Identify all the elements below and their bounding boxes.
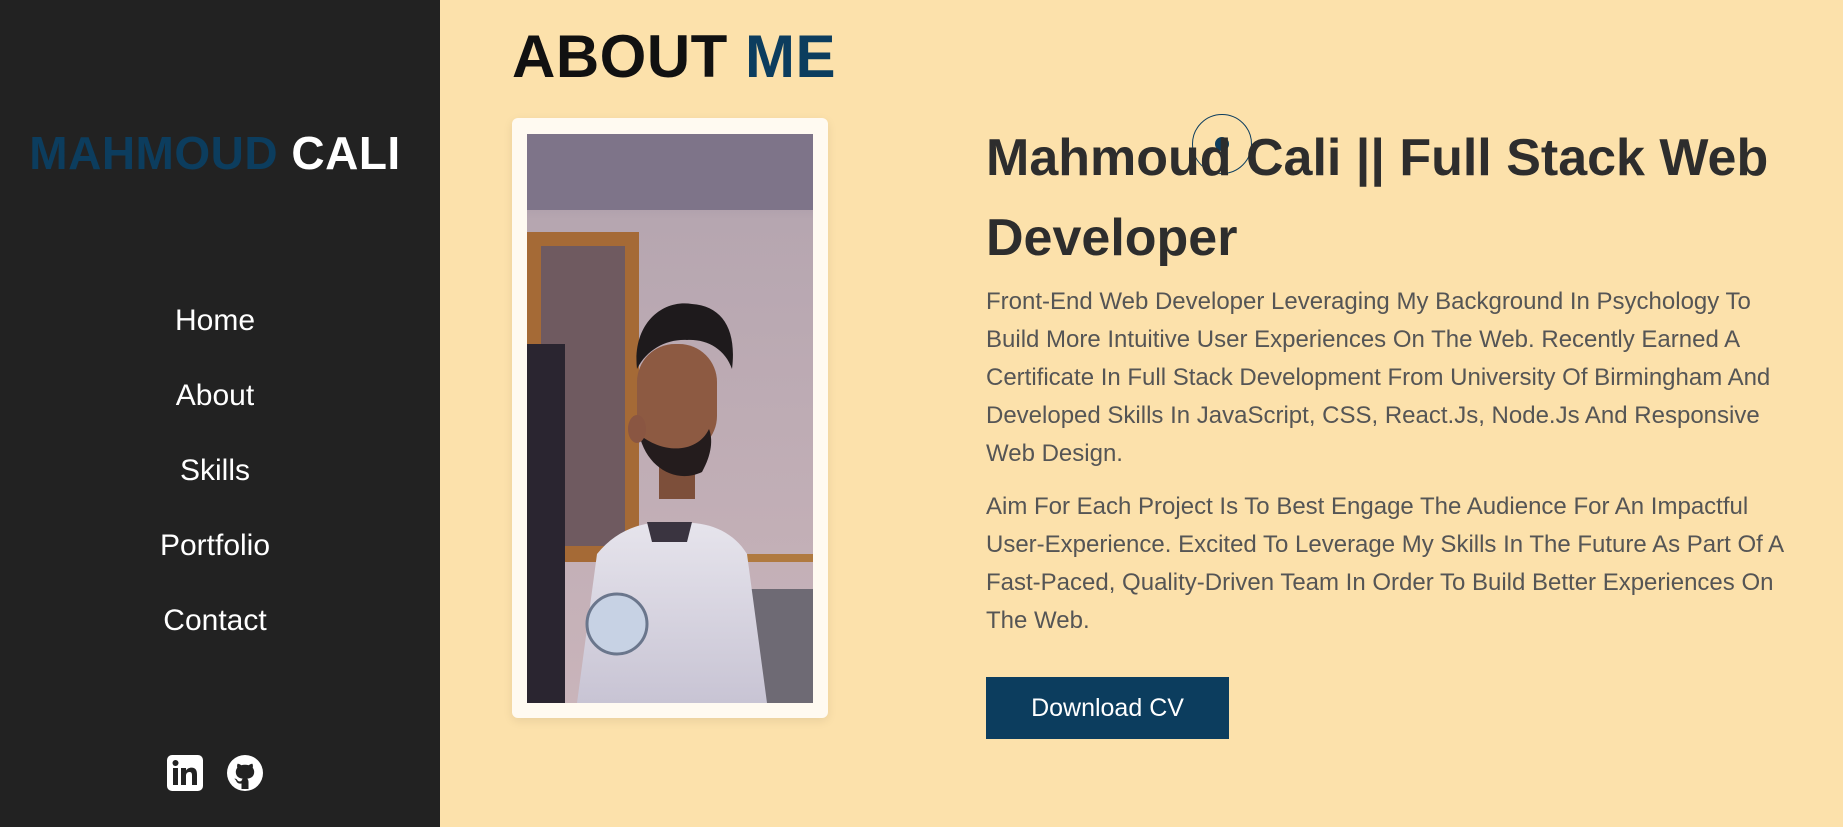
nav-item-contact: Contact: [0, 597, 430, 672]
about-paragraph-2: Aim For Each Project Is To Best Engage T…: [986, 493, 1783, 634]
main-nav: Home About Skills Portfolio Contact: [0, 297, 430, 672]
linkedin-icon[interactable]: [166, 754, 204, 792]
github-icon[interactable]: [226, 754, 264, 792]
nav-item-about: About: [0, 372, 430, 447]
nav-link-about[interactable]: About: [176, 372, 254, 447]
sidebar: MAHMOUD CALI Home About Skills Portfolio…: [0, 0, 440, 827]
site-logo[interactable]: MAHMOUD CALI: [0, 126, 430, 180]
nav-link-skills[interactable]: Skills: [180, 447, 250, 522]
nav-item-home: Home: [0, 297, 430, 372]
nav-link-portfolio[interactable]: Portfolio: [160, 522, 270, 597]
about-paragraph-1: Front-End Web Developer Leveraging My Ba…: [986, 288, 1771, 467]
download-cv-button[interactable]: Download CV: [986, 677, 1229, 739]
nav-link-home[interactable]: Home: [175, 297, 255, 372]
nav-item-skills: Skills: [0, 447, 430, 522]
logo-first-name: MAHMOUD: [29, 127, 279, 179]
nav-item-portfolio: Portfolio: [0, 522, 430, 597]
profile-photo: [527, 134, 813, 703]
about-headline: Mahmoud Cali || Full Stack Web Developer: [986, 129, 1769, 267]
section-title-accent: ME: [744, 23, 836, 90]
logo-last-name: CALI: [291, 127, 401, 179]
profile-photo-frame: [512, 118, 828, 718]
section-title-main: ABOUT: [512, 23, 728, 90]
section-title: ABOUT ME: [512, 22, 836, 91]
social-links: [166, 754, 264, 792]
about-section: ABOUT ME Mahmoud Cali || Full Stack Web …: [440, 0, 1843, 827]
nav-link-contact[interactable]: Contact: [163, 597, 266, 672]
